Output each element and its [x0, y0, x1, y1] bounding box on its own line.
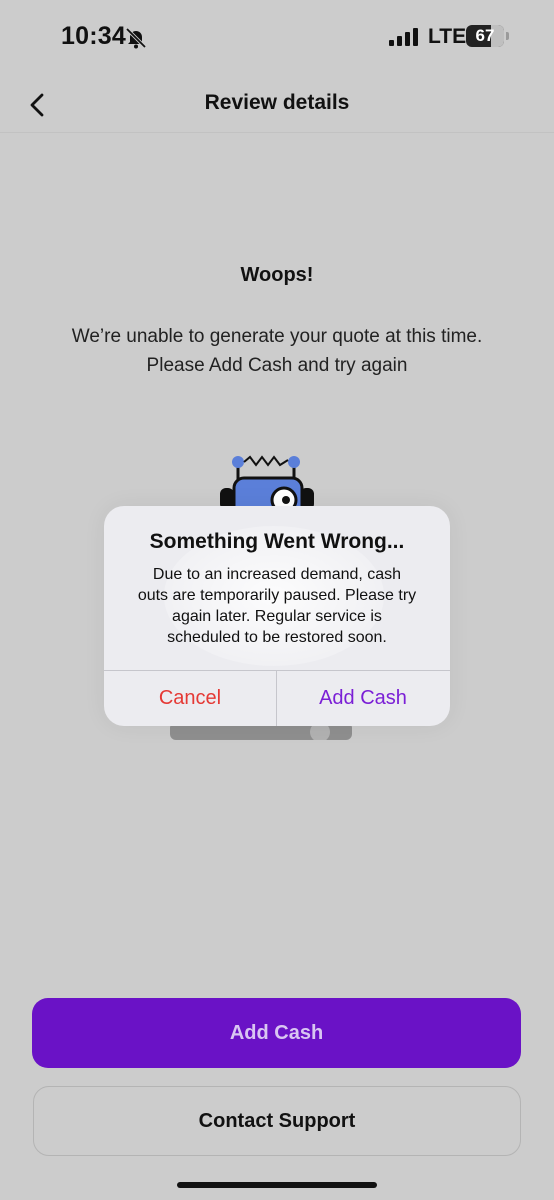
alert-add-cash-button[interactable]: Add Cash: [277, 671, 449, 726]
add-cash-button[interactable]: Add Cash: [32, 998, 521, 1068]
alert-message-line: scheduled to be restored soon.: [167, 629, 387, 646]
status-bar: 10:34 LTE 67: [0, 0, 554, 76]
page-title: Review details: [204, 91, 350, 114]
alert-message-line: outs are temporarily paused. Please try: [137, 587, 417, 604]
alert-cancel-button[interactable]: Cancel: [104, 671, 276, 726]
message-title: Woops!: [240, 264, 314, 286]
home-indicator: [177, 1182, 377, 1188]
battery-level: 67: [475, 26, 495, 45]
contact-support-button[interactable]: Contact Support: [33, 1086, 521, 1156]
bell-slash-icon: [125, 27, 147, 49]
alert-message-line: again later. Regular service is: [172, 608, 382, 625]
message-body: We’re unable to generate your quote at t…: [40, 322, 514, 380]
alert-message-line: Due to an increased demand, cash: [152, 566, 402, 583]
message-line: Please Add Cash and try again: [146, 355, 408, 376]
status-time: 10:34: [61, 22, 126, 50]
battery-icon: 67: [466, 25, 509, 49]
nav-bar: Review details: [0, 76, 554, 133]
message-line: We’re unable to generate your quote at t…: [71, 326, 483, 347]
network-type: LTE: [428, 25, 467, 48]
battery-cap: [506, 32, 509, 40]
alert-message: Due to an increased demand, cash outs ar…: [128, 564, 426, 648]
alert-title: Something Went Wrong...: [149, 530, 405, 553]
alert-dialog: Something Went Wrong... Due to an increa…: [104, 506, 450, 726]
signal-bars-icon: [389, 28, 418, 46]
